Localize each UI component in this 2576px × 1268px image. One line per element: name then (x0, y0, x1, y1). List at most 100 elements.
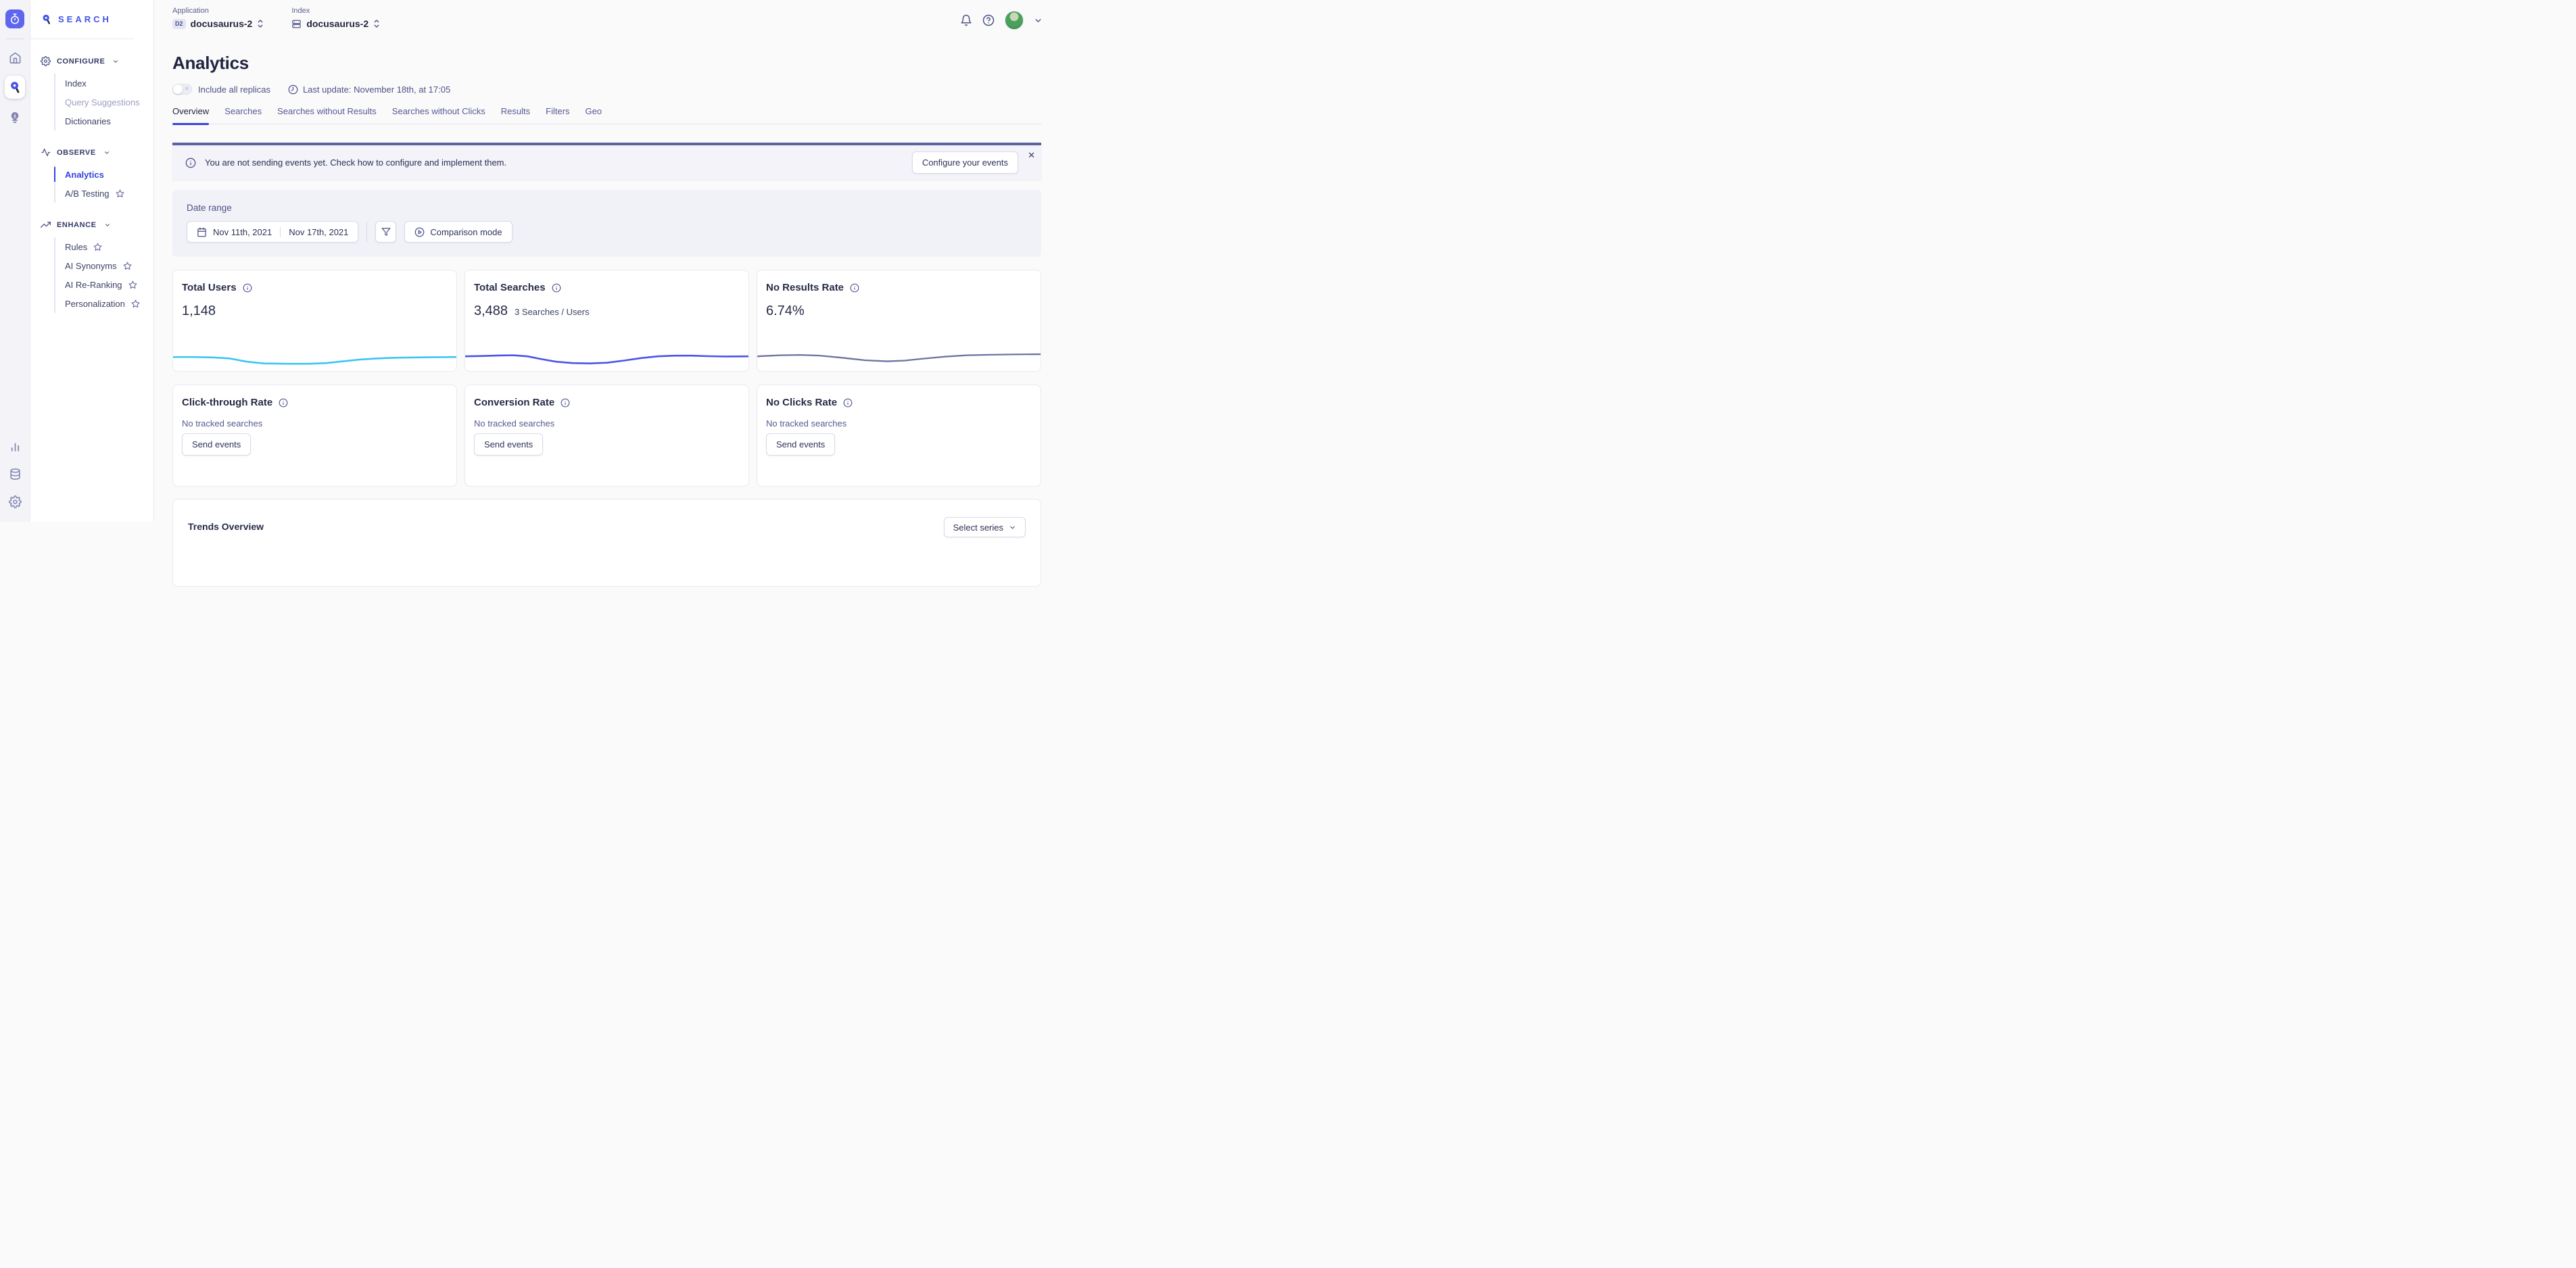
account-chevron-down-icon[interactable] (1034, 16, 1043, 25)
sidebar-item-ab-testing[interactable]: A/B Testing (55, 184, 153, 203)
sidebar-item-label: Index (65, 78, 87, 89)
tab-results[interactable]: Results (501, 106, 530, 124)
section-label: ENHANCE (57, 221, 97, 229)
star-icon[interactable] (131, 299, 140, 308)
date-range-label: Date range (187, 203, 1027, 213)
tab-searches-without-results[interactable]: Searches without Results (277, 106, 377, 124)
index-dropdown[interactable]: docusaurus-2 (291, 18, 380, 29)
no-clicks-rate-card: No Clicks Rate No tracked searches Send … (757, 385, 1041, 487)
select-series-button[interactable]: Select series (944, 517, 1026, 537)
info-icon (185, 157, 196, 168)
total-users-value: 1,148 (182, 303, 216, 319)
help-icon[interactable] (982, 14, 995, 26)
sidebar-item-label: Analytics (65, 170, 104, 180)
product-logo[interactable]: SEARCH (30, 0, 134, 39)
gear-icon[interactable] (5, 492, 24, 511)
date-end: Nov 17th, 2021 (289, 227, 348, 237)
sidebar-section-configure-header[interactable]: CONFIGURE (41, 56, 153, 66)
play-circle-icon (414, 227, 425, 237)
application-dropdown[interactable]: D2 docusaurus-2 (172, 18, 264, 29)
stopwatch-app-icon[interactable] (5, 9, 24, 28)
analytics-tabs: Overview Searches Searches without Resul… (172, 106, 1041, 124)
sidebar-item-ai-synonyms[interactable]: AI Synonyms (55, 256, 153, 275)
sidebar-item-analytics[interactable]: Analytics (55, 165, 153, 184)
application-label: Application (172, 7, 264, 15)
info-icon[interactable] (552, 283, 561, 293)
database-icon[interactable] (5, 464, 24, 483)
chevron-down-icon (104, 222, 111, 228)
sidebar-item-dictionaries[interactable]: Dictionaries (55, 112, 153, 130)
gear-icon (41, 56, 51, 66)
sidebar-item-index[interactable]: Index (55, 74, 153, 93)
star-icon[interactable] (93, 243, 102, 251)
no-results-rate-card: No Results Rate 6.74% (757, 270, 1041, 372)
sidebar-item-ai-re-ranking[interactable]: AI Re-Ranking (55, 275, 153, 294)
card-title: Total Users (182, 282, 237, 293)
bar-chart-icon[interactable] (5, 437, 24, 456)
index-value: docusaurus-2 (306, 18, 368, 29)
page-title: Analytics (172, 53, 1041, 74)
date-range-picker[interactable]: Nov 11th, 2021 Nov 17th, 2021 (187, 221, 358, 243)
card-title: Click-through Rate (182, 397, 272, 408)
product-name: SEARCH (58, 14, 112, 24)
toggle-knob (173, 84, 183, 94)
configure-events-button[interactable]: Configure your events (912, 151, 1018, 174)
tab-geo[interactable]: Geo (586, 106, 602, 124)
sidebar-item-label: Query Suggestions (65, 97, 140, 107)
info-icon[interactable] (243, 283, 252, 293)
send-events-button[interactable]: Send events (474, 433, 543, 456)
info-icon[interactable] (843, 398, 853, 408)
lightbulb-icon[interactable] (5, 107, 24, 126)
index-selector: Index docusaurus-2 (291, 7, 380, 29)
tab-filters[interactable]: Filters (546, 106, 569, 124)
sidebar-section-enhance-header[interactable]: ENHANCE (41, 220, 153, 230)
info-icon[interactable] (560, 398, 570, 408)
calendar-icon (197, 227, 207, 237)
total-users-sparkline (173, 339, 456, 368)
sidebar-section-observe-header[interactable]: OBSERVE (41, 147, 153, 157)
banner-message: You are not sending events yet. Check ho… (205, 157, 506, 168)
app-rail (0, 0, 30, 522)
total-searches-value: 3,488 (474, 303, 508, 319)
user-avatar[interactable] (1005, 11, 1024, 30)
tab-searches-without-clicks[interactable]: Searches without Clicks (392, 106, 485, 124)
search-product-icon[interactable] (5, 76, 25, 99)
card-title: No Clicks Rate (766, 397, 837, 408)
sidebar-item-rules[interactable]: Rules (55, 237, 153, 256)
sidebar-item-label: Rules (65, 242, 87, 252)
send-events-button[interactable]: Send events (766, 433, 835, 456)
activity-icon (41, 147, 51, 157)
star-icon[interactable] (123, 262, 132, 270)
notifications-bell-icon[interactable] (960, 14, 972, 26)
sidebar-item-query-suggestions[interactable]: Query Suggestions (55, 93, 153, 112)
main-area: Application D2 docusaurus-2 Index docusa… (154, 0, 1060, 522)
meta-row: ✕ Include all replicas Last update: Nove… (172, 84, 1041, 95)
home-icon[interactable] (5, 48, 24, 67)
comparison-mode-button[interactable]: Comparison mode (404, 221, 512, 243)
star-icon[interactable] (128, 281, 137, 289)
sidebar-section-enhance: ENHANCE Rules AI Synonyms AI Re-Ranking (30, 220, 153, 313)
events-banner: You are not sending events yet. Check ho… (172, 143, 1041, 180)
info-icon[interactable] (279, 398, 288, 408)
stat-cards-row: Total Users 1,148 Total Searches (172, 270, 1041, 372)
event-cards-row: Click-through Rate No tracked searches S… (172, 385, 1041, 487)
date-start: Nov 11th, 2021 (213, 227, 272, 237)
no-results-rate-sparkline (757, 339, 1041, 368)
close-icon[interactable]: ✕ (1028, 151, 1035, 160)
send-events-button[interactable]: Send events (182, 433, 251, 456)
sidebar-item-label: A/B Testing (65, 189, 110, 199)
trends-overview-title: Trends Overview (188, 521, 264, 532)
section-label: OBSERVE (57, 149, 96, 157)
topbar-right-group (960, 11, 1043, 30)
tab-overview[interactable]: Overview (172, 106, 209, 124)
sidebar-item-personalization[interactable]: Personalization (55, 294, 153, 313)
info-icon[interactable] (850, 283, 859, 293)
total-users-card: Total Users 1,148 (172, 270, 457, 372)
funnel-icon (381, 227, 391, 237)
application-value: docusaurus-2 (191, 18, 253, 29)
total-searches-sparkline (465, 339, 748, 368)
filter-button[interactable] (375, 221, 396, 243)
include-replicas-toggle[interactable]: ✕ (172, 84, 192, 95)
tab-searches[interactable]: Searches (224, 106, 262, 124)
star-icon[interactable] (116, 189, 124, 198)
